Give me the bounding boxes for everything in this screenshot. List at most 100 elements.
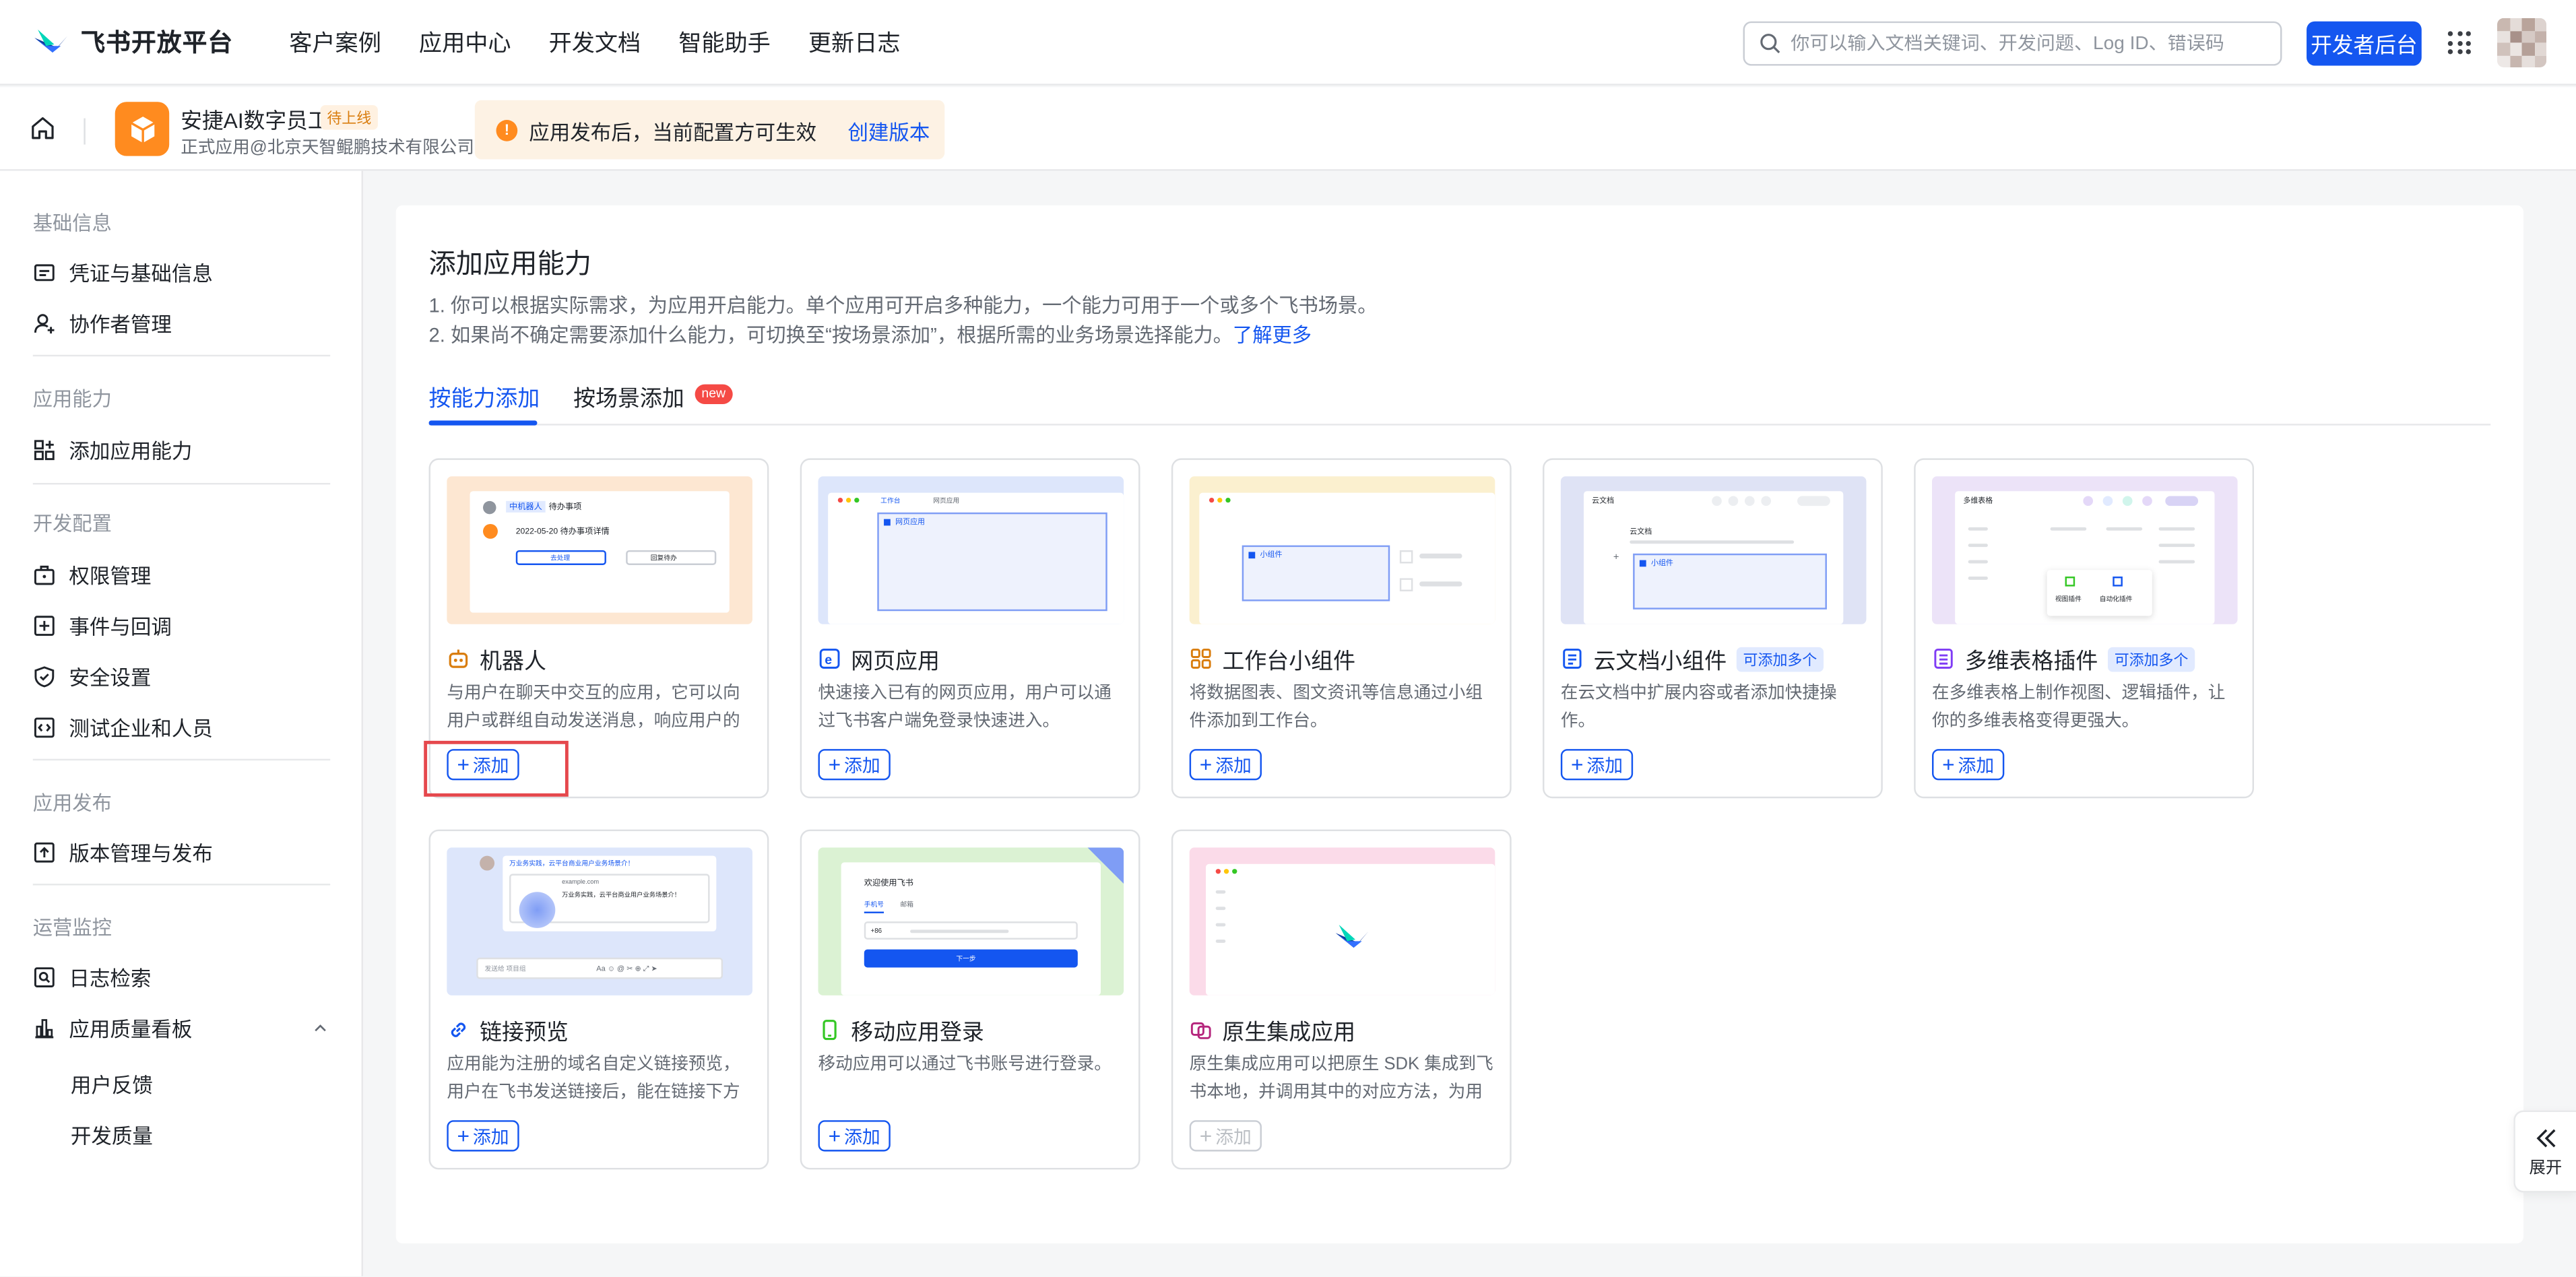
home-icon[interactable] [30,115,56,141]
link-icon [451,1022,466,1037]
add-label: 添加 [844,1127,880,1148]
sidebar-divider [32,884,331,886]
add-native-app-button[interactable]: + 添加 [1189,1120,1262,1152]
bar-chart-icon [35,1018,54,1038]
link-input: 发送给 项目组 [484,964,526,973]
add-bot-button[interactable]: + 添加 [447,749,519,781]
app-grid-icon[interactable] [2447,31,2471,55]
sidebar-item-label: 凭证与基础信息 [69,263,213,286]
sidebar-item-test-tenants[interactable]: 测试企业和人员 [33,711,329,742]
doc-widget-label: 小组件 [1650,558,1673,567]
card-title-row: e 网页应用 [818,643,940,676]
tab-by-capability[interactable]: 按能力添加 [429,379,540,412]
sidebar-divider [32,354,331,357]
top-nav: 飞书开放平台 客户案例 应用中心 开发文档 智能助手 更新日志 开发者后台 [0,0,2576,86]
capability-card-native-app: 原生集成应用 原生集成应用可以把原生 SDK 集成到飞书本地，并调用其中的对应方… [1171,829,1512,1170]
sidebar-item-permissions[interactable]: 权限管理 [33,558,329,589]
base-plugin-preview: 多维表格 视图插件 自动化插件 [1932,476,2238,624]
native-app-preview [1189,847,1495,995]
web-app-preview-window: 工作台 网页应用 网页应用 [828,492,1124,624]
expand-label: 展开 [2529,1158,2563,1177]
card-title: 原生集成应用 [1222,1020,1355,1045]
sidebar-group-release: 应用发布 [32,791,112,815]
add-label: 添加 [844,756,880,777]
learn-more-link[interactable]: 了解更多 [1233,323,1312,346]
sidebar-item-label: 应用质量看板 [69,1018,193,1042]
nav-link-cases[interactable]: 客户案例 [289,26,381,59]
box-icon [130,115,154,142]
bot-preview-window: 中机器人 待办事项 2022-05-20 待办事项详情 去处理 回复待办 [470,491,730,613]
sidebar-item-label: 测试企业和人员 [69,717,213,741]
doc-widget-preview: 云文档 云文档 + 小组件 [1560,476,1867,624]
card-title: 移动应用登录 [851,1020,984,1045]
nav-link-assistant[interactable]: 智能助手 [678,26,771,59]
nav-links: 客户案例 应用中心 开发文档 智能助手 更新日志 [289,26,900,59]
add-base-plugin-button[interactable]: + 添加 [1932,749,2005,781]
app-icon [115,102,170,156]
nav-link-changelog[interactable]: 更新日志 [808,26,901,59]
widget-grid-icon [1190,649,1211,669]
card-title: 机器人 [480,649,546,674]
multi-badge: 可添加多个 [1736,646,1824,672]
expand-panel-button[interactable]: 展开 [2513,1110,2576,1193]
page-desc-1: 1. 你可以根据实际需求，为应用开启能力。单个应用可开启多种能力，一个能力可用于… [428,294,1378,317]
double-chevron-left-icon [2536,1128,2555,1147]
add-mobile-login-button[interactable]: + 添加 [818,1120,891,1152]
sidebar: 基础信息 凭证与基础信息 协作者管理 应用能力 添加应用能力 开发配置 权限管理… [0,170,363,1276]
chevron-up-icon[interactable] [312,1019,328,1035]
web-tab-2: 网页应用 [933,496,960,504]
sidebar-group-dev-config: 开发配置 [32,512,112,536]
capability-card-bot: 中机器人 待办事项 2022-05-20 待办事项详情 去处理 回复待办 机器人… [428,458,769,799]
sidebar-item-credentials[interactable]: 凭证与基础信息 [33,256,329,287]
native-integration-icon [1190,1022,1211,1039]
bot-line: 2022-05-20 待办事项详情 [515,527,610,537]
sidebar-item-logs[interactable]: 日志检索 [33,961,329,992]
search-box[interactable] [1743,21,2282,66]
card-title-row: 云文档小组件 可添加多个 [1561,643,1824,676]
app-name: 安捷AI数字员工 [181,108,329,133]
nav-link-docs[interactable]: 开发文档 [549,26,641,59]
card-title: 链接预览 [480,1020,569,1045]
add-label: 添加 [1586,756,1623,777]
developer-console-button[interactable]: 开发者后台 [2307,21,2422,66]
sidebar-item-quality[interactable]: 应用质量看板 [33,1012,329,1043]
user-add-icon [34,313,55,333]
tab-by-scenario[interactable]: 按场景添加 [573,379,684,412]
add-link-preview-button[interactable]: + 添加 [447,1120,519,1152]
tab-underline [428,420,538,426]
capability-card-widget: 小组件 工作台小组件 将数据图表、图文资讯等信息通过小组件添加到工作台。 + 添加 [1171,458,1512,799]
add-label: 添加 [472,756,509,777]
sidebar-item-collaborators[interactable]: 协作者管理 [33,307,329,338]
avatar[interactable] [2497,18,2547,67]
create-version-link[interactable]: 创建版本 [847,114,930,145]
svg-text:e: e [825,653,832,667]
sidebar-item-security[interactable]: 安全设置 [33,660,329,691]
card-title-row: 原生集成应用 [1190,1014,1355,1047]
add-label: 添加 [472,1127,509,1148]
event-icon [34,615,55,635]
sidebar-item-label: 协作者管理 [69,313,172,337]
sidebar-subitem-feedback[interactable]: 用户反馈 [71,1068,153,1099]
capability-card-mobile-login: 欢迎使用飞书 手机号 邮箱 +86 下一步 移动应用登录 移动应用可以通过飞书账… [800,829,1140,1170]
doc-title: 云文档 [1592,496,1615,504]
nav-link-app-center[interactable]: 应用中心 [419,26,511,59]
add-web-app-button[interactable]: + 添加 [818,749,891,781]
bot-chip-2: 待办事项 [548,502,582,513]
app-status-badge: 待上线 [320,105,378,130]
mobile-tab-1: 手机号 [864,900,884,909]
publish-notice: ! 应用发布后，当前配置方可生效 创建版本 [474,100,945,160]
bot-chip: 中机器人 [506,500,546,513]
base-pop-1: 视图插件 [2055,594,2082,603]
sidebar-item-events[interactable]: 事件与回调 [33,610,329,641]
sidebar-item-add-capability[interactable]: 添加应用能力 [33,434,329,465]
logo[interactable]: 飞书开放平台 [33,25,234,59]
feishu-logo-icon [1335,925,1369,948]
card-title: 网页应用 [851,649,940,674]
add-doc-widget-button[interactable]: + 添加 [1560,749,1634,781]
add-widget-button[interactable]: + 添加 [1189,749,1262,781]
sidebar-subitem-dev-quality[interactable]: 开发质量 [71,1119,153,1150]
sidebar-item-label: 添加应用能力 [69,440,193,463]
apps-add-icon [34,439,55,459]
sidebar-item-versions[interactable]: 版本管理与发布 [33,836,329,867]
search-input[interactable] [1791,33,2267,54]
